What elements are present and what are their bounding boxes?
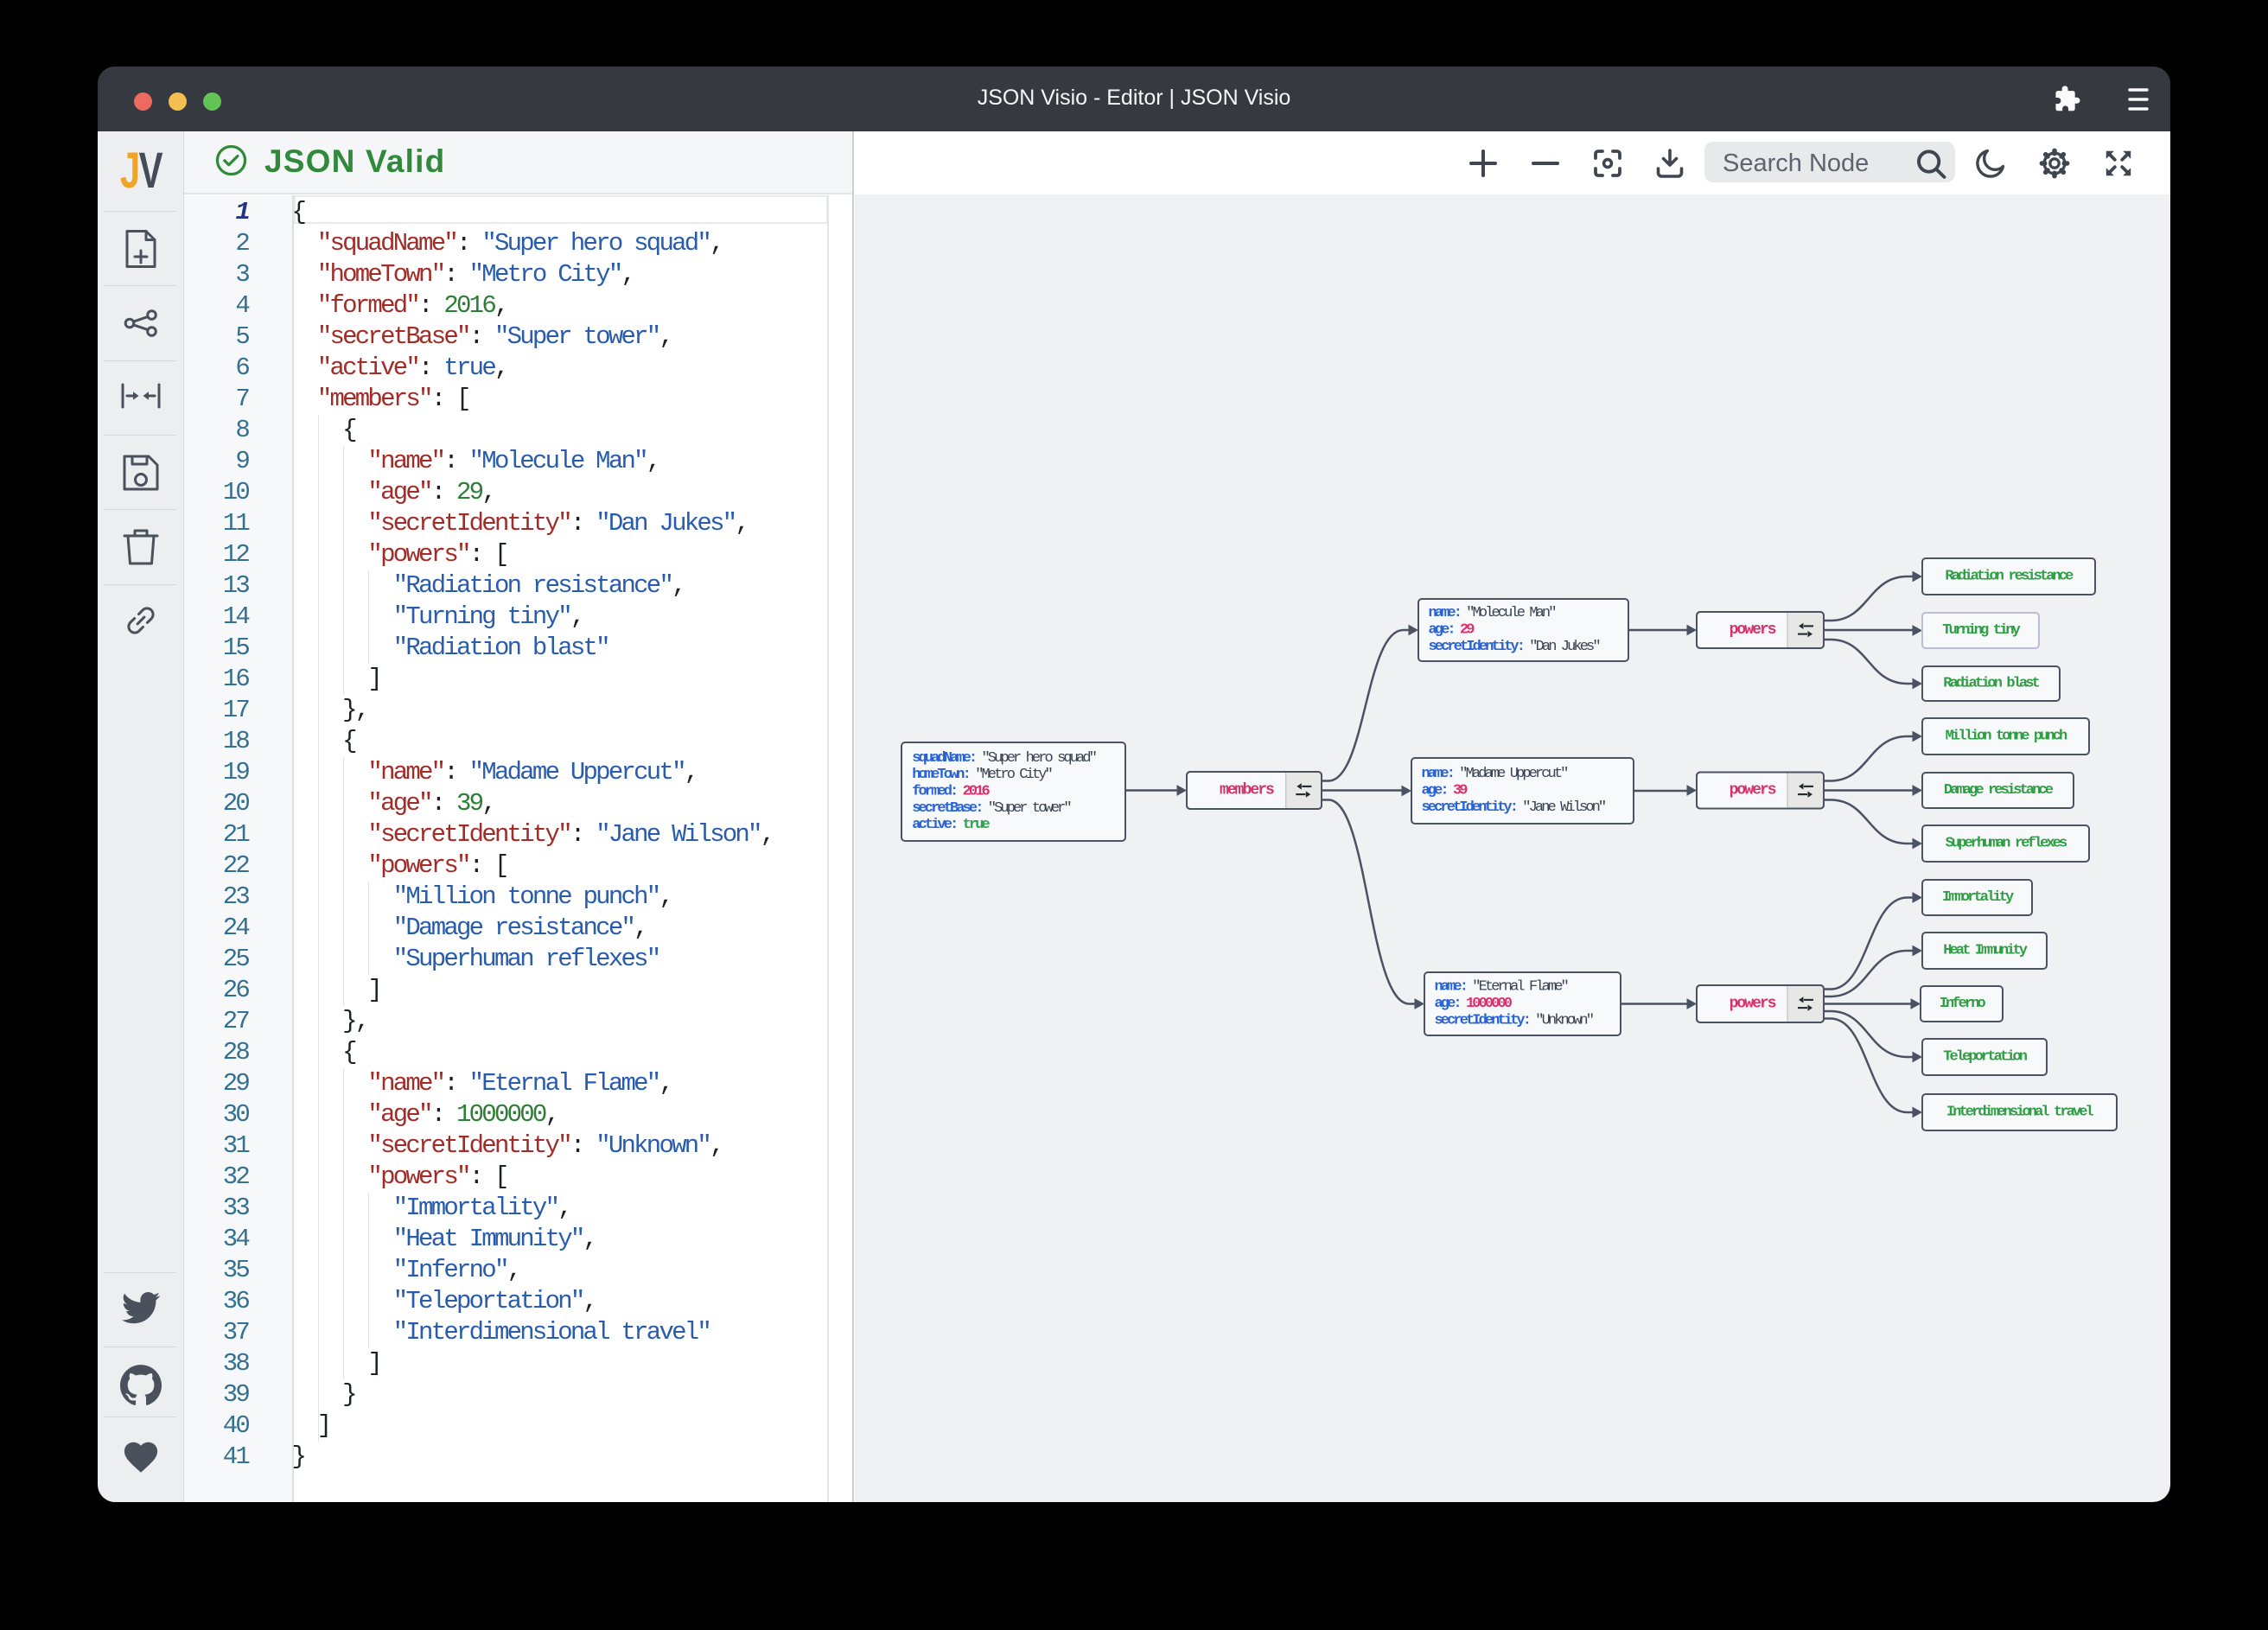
svg-text:2016: 2016 [963,784,991,800]
svg-text:Immortality: Immortality [1942,889,2014,906]
svg-text:powers: powers [1730,996,1776,1013]
svg-text:"Unknown": "Unknown" [1535,1013,1592,1029]
svg-text:"Jane Wilson": "Jane Wilson" [1522,799,1605,816]
svg-text:true: true [963,817,991,833]
svg-text:homeTown:: homeTown: [912,767,969,783]
svg-text:Teleportation: Teleportation [1943,1049,2028,1066]
svg-text:secretIdentity:: secretIdentity: [1429,639,1524,655]
svg-text:name:: name: [1422,766,1454,782]
svg-text:Inferno: Inferno [1940,996,1986,1012]
svg-text:Million tonne punch: Million tonne punch [1946,729,2067,745]
svg-text:"Molecule Man": "Molecule Man" [1466,605,1555,621]
svg-text:Radiation blast: Radiation blast [1943,676,2039,692]
svg-text:"Eternal Flame": "Eternal Flame" [1472,978,1567,995]
svg-text:Heat Immunity: Heat Immunity [1943,943,2028,959]
svg-text:Interdimensional travel: Interdimensional travel [1946,1105,2094,1121]
svg-text:name:: name: [1435,978,1467,995]
svg-text:age:: age: [1422,783,1447,799]
svg-text:powers: powers [1730,621,1776,639]
svg-text:secretIdentity:: secretIdentity: [1422,799,1517,816]
svg-text:powers: powers [1730,782,1776,799]
svg-text:secretIdentity:: secretIdentity: [1435,1013,1530,1029]
svg-text:members: members [1220,782,1274,799]
svg-text:name:: name: [1429,605,1461,621]
svg-text:squadName:: squadName: [912,750,975,767]
svg-text:Radiation resistance: Radiation resistance [1945,569,2074,585]
svg-text:"Super hero squad": "Super hero squad" [982,750,1096,767]
svg-text:"Madame Uppercut": "Madame Uppercut" [1459,766,1567,782]
svg-text:"Super tower": "Super tower" [988,800,1071,817]
svg-text:age:: age: [1429,622,1454,639]
svg-text:Turning tiny: Turning tiny [1942,622,2020,639]
svg-text:secretBase:: secretBase: [912,800,981,817]
svg-text:"Metro City": "Metro City" [975,767,1051,783]
svg-text:age:: age: [1435,996,1460,1012]
svg-text:Superhuman reflexes: Superhuman reflexes [1946,836,2067,852]
svg-text:"Dan Jukes": "Dan Jukes" [1529,639,1599,655]
svg-text:Damage resistance: Damage resistance [1944,782,2054,799]
svg-text:active:: active: [912,817,956,833]
svg-text:formed:: formed: [912,784,956,800]
svg-text:1000000: 1000000 [1466,996,1513,1012]
